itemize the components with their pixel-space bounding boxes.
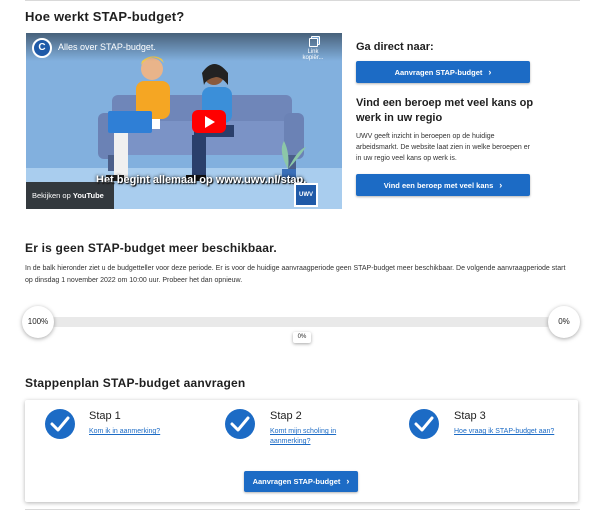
copy-link-button[interactable]: Link kopiër...	[298, 38, 328, 61]
uwv-logo: UWV	[294, 183, 318, 207]
watch-on-youtube-button[interactable]: Bekijken op YouTube	[26, 182, 114, 209]
copy-link-label: Link kopiër...	[302, 49, 324, 61]
video-player[interactable]: C Alles over STAP-budget. Link kopiër...…	[26, 33, 342, 209]
budget-min-indicator: 0%	[548, 306, 580, 338]
find-profession-label: Vind een beroep met veel kans	[383, 181, 494, 190]
beroep-text: UWV geeft inzicht in beroepen op de huid…	[356, 133, 530, 162]
top-divider	[25, 0, 580, 1]
direct-heading: Ga direct naar:	[356, 41, 434, 53]
budget-text: In de balk hieronder ziet u de budgettel…	[25, 265, 566, 284]
step-1-check-icon	[45, 409, 75, 439]
video-title[interactable]: Alles over STAP-budget.	[58, 42, 156, 52]
steps-heading: Stappenplan STAP-budget aanvragen	[25, 376, 246, 390]
chevron-right-icon: ›	[499, 180, 503, 190]
step-3-link[interactable]: Hoe vraag ik STAP-budget aan?	[454, 427, 574, 437]
apply-stap-budget-button[interactable]: Aanvragen STAP-budget ›	[356, 61, 530, 83]
apply-button-label: Aanvragen STAP-budget	[394, 68, 483, 77]
chevron-right-icon: ›	[346, 476, 350, 486]
play-button[interactable]	[192, 110, 226, 133]
youtube-logo-icon: YouTube	[72, 191, 104, 200]
step-2-title: Stap 2	[270, 410, 302, 422]
find-profession-button[interactable]: Vind een beroep met veel kans ›	[356, 174, 530, 196]
chevron-right-icon: ›	[488, 67, 492, 77]
copy-icon	[308, 38, 318, 47]
step-2-check-icon	[225, 409, 255, 439]
budget-current-badge: 0%	[293, 332, 311, 343]
budget-max-indicator: 100%	[22, 306, 54, 338]
beroep-heading: Vind een beroep met veel kans op werk in…	[356, 97, 534, 124]
page-title: Hoe werkt STAP-budget?	[25, 9, 185, 24]
budget-counter-bar	[53, 317, 549, 327]
video-caption: Het begint allemaal op www.uwv.nl/stap.	[96, 174, 307, 186]
bottom-divider	[25, 509, 580, 510]
watch-on-label: Bekijken op	[32, 191, 71, 200]
apply-button-bottom-label: Aanvragen STAP-budget	[252, 477, 341, 486]
step-3-check-icon	[409, 409, 439, 439]
step-1-title: Stap 1	[89, 410, 121, 422]
channel-logo[interactable]: C	[32, 38, 52, 58]
apply-stap-budget-button-bottom[interactable]: Aanvragen STAP-budget ›	[244, 471, 358, 492]
step-2-link[interactable]: Komt mijn scholing in aanmerking?	[270, 427, 360, 447]
budget-heading: Er is geen STAP-budget meer beschikbaar.	[25, 241, 277, 255]
step-3-title: Stap 3	[454, 410, 486, 422]
step-1-link[interactable]: Kom ik in aanmerking?	[89, 427, 199, 437]
